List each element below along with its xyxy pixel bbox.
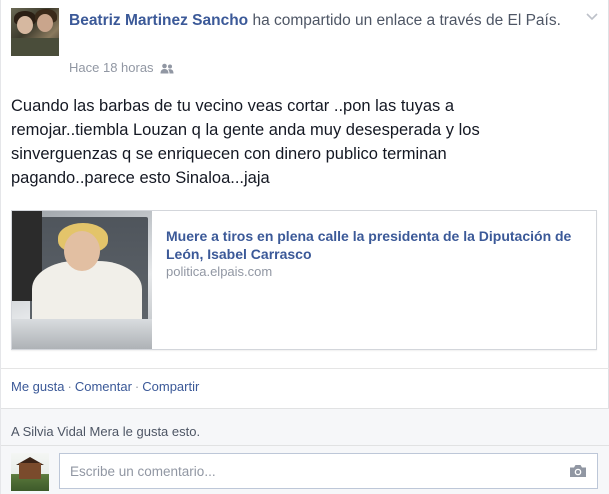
link-title[interactable]: Muere a tiros en plena calle la presiden…: [166, 227, 586, 263]
link-thumbnail[interactable]: [12, 211, 152, 349]
author-avatar[interactable]: [11, 8, 59, 56]
share-link[interactable]: Compartir: [142, 379, 199, 394]
comment-link[interactable]: Comentar: [75, 379, 132, 394]
separator: ·: [67, 379, 72, 394]
like-link[interactable]: Me gusta: [11, 379, 64, 394]
viewer-avatar[interactable]: [11, 453, 49, 491]
likes-summary[interactable]: A Silvia Vidal Mera le gusta esto.: [11, 424, 200, 439]
friends-icon[interactable]: [160, 62, 174, 74]
camera-icon[interactable]: [569, 464, 587, 478]
timestamp[interactable]: Hace 18 horas: [69, 60, 154, 75]
feed-story: Beatriz Martinez Sancho ha compartido un…: [0, 0, 609, 494]
story-meta: Hace 18 horas: [69, 60, 174, 75]
divider: [1, 368, 609, 369]
divider: [1, 445, 609, 446]
story-actions: Me gusta · Comentar · Compartir: [11, 379, 199, 394]
story-headline: Beatriz Martinez Sancho ha compartido un…: [69, 10, 594, 32]
link-domain: politica.elpais.com: [166, 264, 273, 279]
story-action: ha compartido un enlace a través de El P…: [248, 12, 561, 29]
separator: ·: [134, 379, 140, 394]
post-text: Cuando las barbas de tu vecino veas cort…: [11, 97, 480, 187]
comment-box[interactable]: [59, 453, 598, 489]
link-preview[interactable]: Muere a tiros en plena calle la presiden…: [11, 210, 597, 350]
comment-input[interactable]: [70, 454, 550, 488]
author-name[interactable]: Beatriz Martinez Sancho: [69, 12, 248, 29]
link-info: Muere a tiros en plena calle la presiden…: [166, 227, 586, 281]
feedback-area: A Silvia Vidal Mera le gusta esto.: [1, 408, 609, 494]
